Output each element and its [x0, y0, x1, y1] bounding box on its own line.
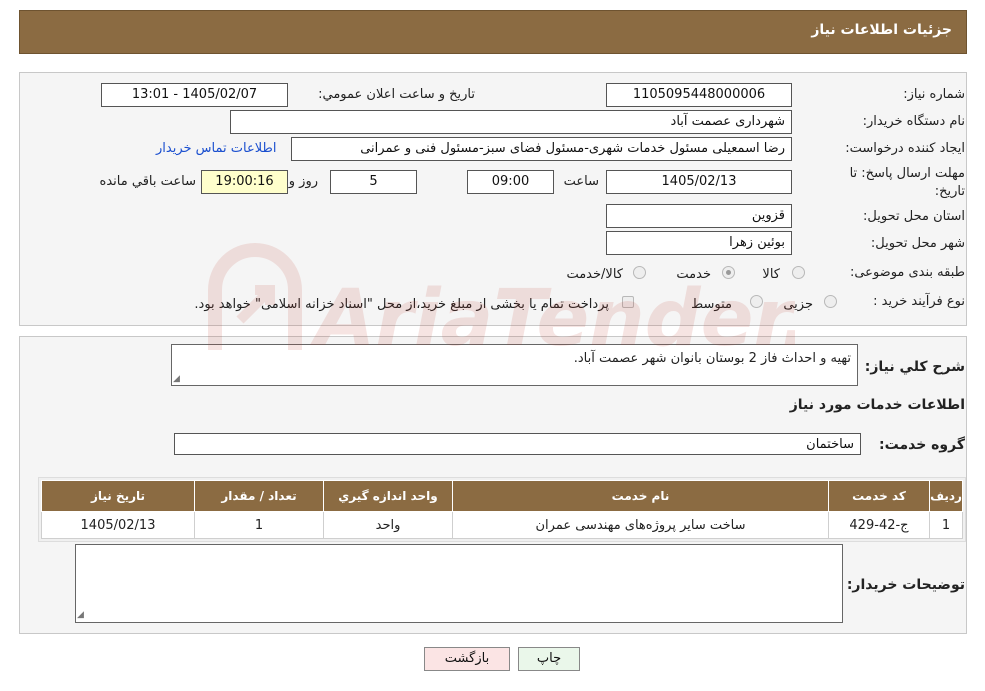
creator-label: ایجاد کننده درخواست:: [845, 141, 965, 156]
resize-grip-icon[interactable]: ◢: [77, 611, 86, 620]
deadline-time-label: ساعت: [563, 174, 599, 189]
announce-datetime-label: تاریخ و ساعت اعلان عمومي:: [318, 87, 475, 102]
category-option-goods-service: کالا/خدمت: [566, 267, 623, 282]
col-header-unit: واحد اندازه گيري: [323, 480, 453, 512]
summary-textarea[interactable]: تهیه و احداث فاز 2 بوستان بانوان شهر عصم…: [171, 344, 858, 386]
service-group-label: گروه خدمت:: [879, 437, 965, 453]
creator-field: رضا اسمعیلی مسئول خدمات شهری-مسئول فضای …: [291, 137, 792, 161]
category-radio-service[interactable]: [722, 266, 735, 279]
process-radio-minor[interactable]: [824, 295, 837, 308]
city-field: بوئین زهرا: [606, 231, 792, 255]
buyer-contact-link[interactable]: اطلاعات تماس خريدار: [156, 141, 276, 156]
city-label: شهر محل تحويل:: [870, 236, 965, 251]
remaining-time-field: 19:00:16: [201, 170, 288, 194]
province-label: استان محل تحويل:: [863, 209, 965, 224]
col-header-quantity: تعداد / مقدار: [194, 480, 324, 512]
cell-service-name: ساخت سایر پروژه‌های مهندسی عمران: [452, 511, 829, 539]
category-radio-goods[interactable]: [792, 266, 805, 279]
page-header: جزئیات اطلاعات نیاز: [19, 10, 967, 54]
deadline-label-line1: مهلت ارسال پاسخ: تا: [849, 166, 965, 181]
summary-text: تهیه و احداث فاز 2 بوستان بانوان شهر عصم…: [573, 351, 851, 366]
need-number-field: 1105095448000006: [606, 83, 792, 107]
remaining-time-label: ساعت باقي مانده: [99, 174, 196, 189]
resize-grip-icon[interactable]: ◢: [173, 375, 182, 384]
services-table-container: رديف کد خدمت نام خدمت واحد اندازه گيري ت…: [38, 477, 966, 542]
page-title: جزئیات اطلاعات نیاز: [811, 22, 952, 38]
service-group-field: ساختمان: [174, 433, 861, 455]
buyer-org-field: شهرداری عصمت آباد: [230, 110, 792, 134]
need-number-label: شماره نیاز:: [903, 87, 965, 102]
process-option-medium: متوسط: [691, 297, 732, 312]
category-radio-goods-service[interactable]: [633, 266, 646, 279]
deadline-label: مهلت ارسال پاسخ: تا تاریخ:: [850, 165, 965, 201]
col-header-need-date: تاريخ نياز: [41, 480, 195, 512]
col-header-row-number: رديف: [929, 480, 963, 512]
days-label: روز و: [288, 174, 318, 189]
cell-unit: واحد: [323, 511, 453, 539]
cell-need-date: 1405/02/13: [41, 511, 195, 539]
category-label: طبقه بندی موضوعی:: [849, 265, 965, 280]
announce-datetime-field: 1405/02/07 - 13:01: [101, 83, 288, 107]
process-type-label: نوع فرآیند خرید :: [873, 294, 965, 309]
process-radio-medium[interactable]: [750, 295, 763, 308]
category-option-service: خدمت: [676, 267, 711, 282]
category-option-goods: کالا: [762, 267, 780, 282]
back-button[interactable]: بازگشت: [424, 647, 510, 671]
deadline-label-line2: تاریخ:: [934, 184, 965, 199]
buyer-notes-textarea[interactable]: [75, 544, 843, 623]
cell-quantity: 1: [194, 511, 324, 539]
remaining-days-field: 5: [330, 170, 417, 194]
deadline-date-field: 1405/02/13: [606, 170, 792, 194]
table-header-row: رديف کد خدمت نام خدمت واحد اندازه گيري ت…: [41, 480, 963, 512]
province-field: قزوین: [606, 204, 792, 228]
col-header-service-name: نام خدمت: [452, 480, 829, 512]
buyer-notes-label: توضيحات خريدار:: [846, 577, 965, 593]
summary-label: شرح کلي نياز:: [864, 359, 965, 375]
col-header-service-code: کد خدمت: [828, 480, 930, 512]
services-table: رديف کد خدمت نام خدمت واحد اندازه گيري ت…: [41, 480, 963, 539]
table-row: 1 ج-42-429 ساخت سایر پروژه‌های مهندسی عم…: [41, 511, 963, 539]
cell-service-code: ج-42-429: [828, 511, 930, 539]
services-section-title: اطلاعات خدمات مورد نياز: [789, 397, 965, 413]
process-option-minor: جزیی: [783, 297, 813, 312]
print-button[interactable]: چاپ: [518, 647, 580, 671]
treasury-payment-checkbox[interactable]: [622, 296, 634, 308]
buyer-org-label: نام دستگاه خريدار:: [862, 114, 965, 129]
treasury-payment-note: پرداخت تمام یا بخشی از مبلغ خرید،از محل …: [194, 297, 609, 312]
cell-row-number: 1: [929, 511, 963, 539]
deadline-time-field: 09:00: [467, 170, 554, 194]
